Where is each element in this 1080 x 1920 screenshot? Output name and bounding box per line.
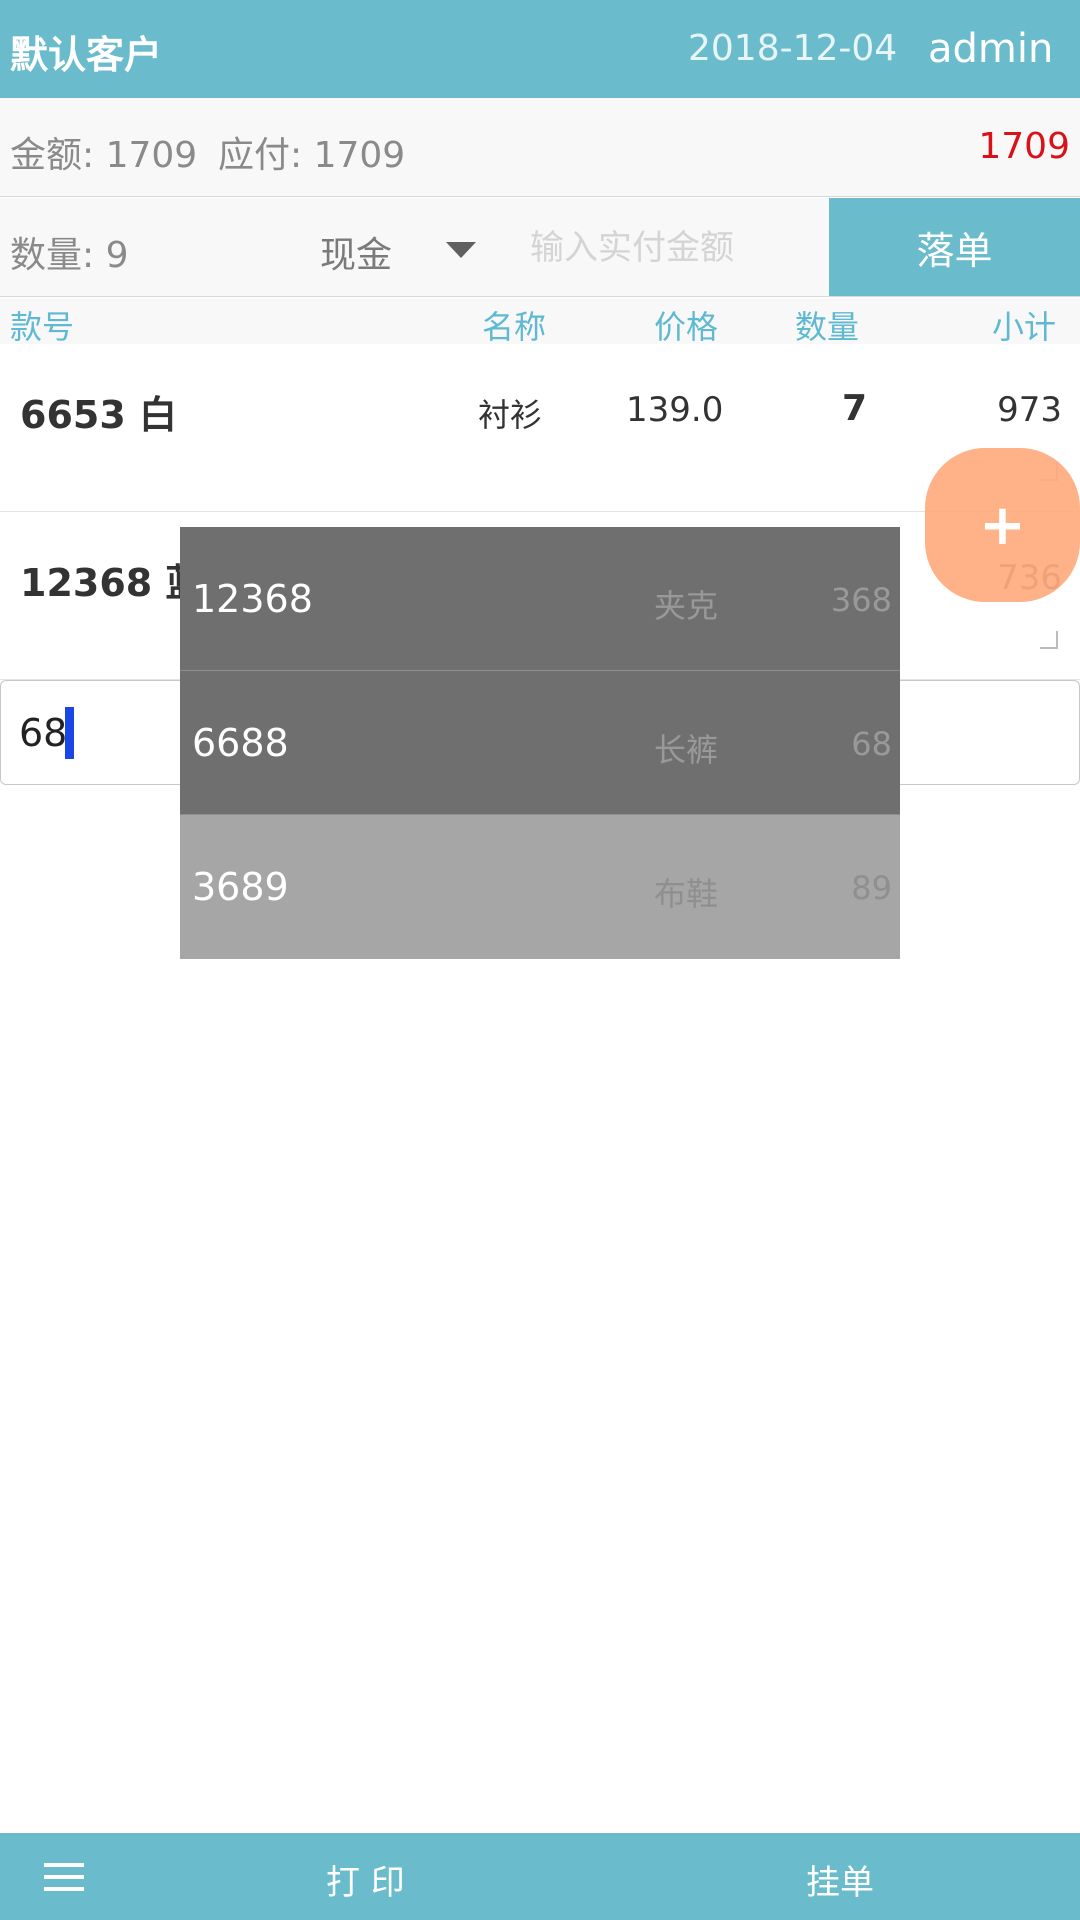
column-header-subtotal: 小计 xyxy=(992,308,1057,346)
item-code-input-value: 68 xyxy=(19,711,68,755)
text-cursor xyxy=(65,707,74,759)
amount-label: 金额: 1709 xyxy=(10,135,198,176)
column-header-code: 款号 xyxy=(10,308,75,346)
item-name: 衬衫 xyxy=(478,396,543,434)
column-header-qty: 数量 xyxy=(795,308,860,346)
suggestion-name: 长裤 xyxy=(654,731,719,769)
payment-method-select[interactable]: 现金 xyxy=(320,226,392,278)
suggestion-name: 布鞋 xyxy=(654,875,719,913)
add-item-button[interactable]: + xyxy=(925,448,1080,602)
bottom-toolbar: 打 印 挂单 xyxy=(0,1833,1080,1920)
suggestion-code: 12368 xyxy=(192,577,313,621)
amount-summary-row: 金额: 1709 应付: 1709 1709 xyxy=(0,98,1080,197)
customer-name[interactable]: 默认客户 xyxy=(10,24,162,79)
suggestion-code: 3689 xyxy=(192,865,289,909)
column-header-name: 名称 xyxy=(482,308,547,346)
menu-icon[interactable] xyxy=(44,1863,84,1891)
submit-order-button[interactable]: 落单 xyxy=(829,198,1080,296)
suggestion-name: 夹克 xyxy=(654,587,719,625)
item-quantity[interactable]: 7 xyxy=(842,388,867,429)
hold-order-button[interactable]: 挂单 xyxy=(806,1855,874,1904)
current-user[interactable]: admin xyxy=(928,26,1053,72)
app-header: 默认客户 2018-12-04 admin xyxy=(0,0,1080,98)
suggestion-item[interactable]: 3689 布鞋 89 xyxy=(180,815,900,959)
payment-row: 数量: 9 现金 落单 xyxy=(0,198,1080,297)
print-button[interactable]: 打 印 xyxy=(326,1855,405,1904)
suggestion-price: 68 xyxy=(851,725,892,763)
suggestion-item[interactable]: 12368 夹克 368 xyxy=(180,527,900,671)
item-table-header: 款号 名称 价格 数量 小计 xyxy=(0,298,1080,346)
table-row[interactable]: 6653 白 衬衫 139.0 7 973 xyxy=(0,344,1080,512)
suggestion-price: 89 xyxy=(851,869,892,907)
order-date: 2018-12-04 xyxy=(688,28,898,69)
autocomplete-dropdown: 12368 夹克 368 6688 长裤 68 3689 布鞋 89 xyxy=(180,527,900,959)
chevron-down-icon[interactable] xyxy=(446,242,476,258)
item-price: 139.0 xyxy=(626,390,724,430)
payable-label: 应付: 1709 xyxy=(218,135,406,176)
item-code: 6653 白 xyxy=(20,393,177,437)
quantity-label: 数量: 9 xyxy=(10,235,129,276)
paid-amount-input[interactable] xyxy=(528,218,828,278)
resize-handle-icon[interactable] xyxy=(1040,631,1058,649)
suggestion-item[interactable]: 6688 长裤 68 xyxy=(180,671,900,815)
total-amount: 1709 xyxy=(978,126,1070,167)
item-code: 12368 蓝 xyxy=(20,561,204,605)
suggestion-price: 368 xyxy=(830,581,892,619)
suggestion-code: 6688 xyxy=(192,721,289,765)
column-header-price: 价格 xyxy=(654,308,719,346)
item-subtotal: 973 xyxy=(997,390,1062,430)
